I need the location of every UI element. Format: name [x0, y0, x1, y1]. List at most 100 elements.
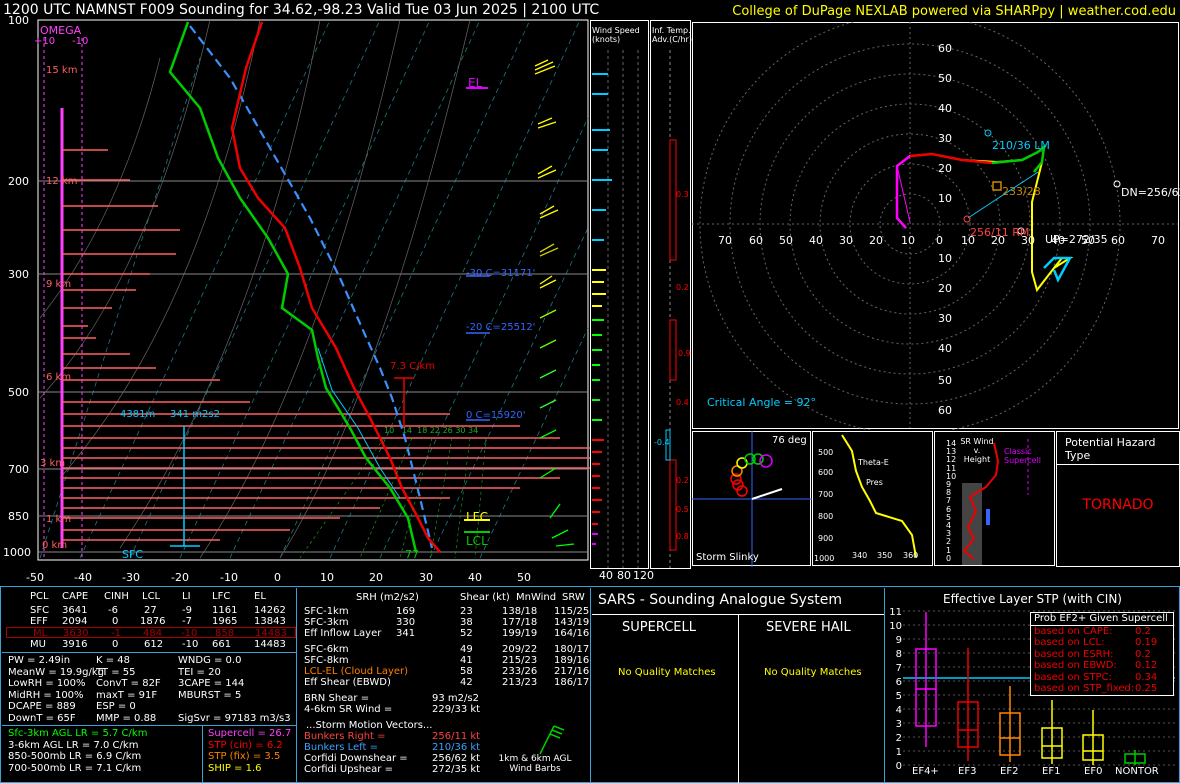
kin-row: SFC-3km 330 38 177/18 143/19 — [304, 617, 590, 628]
temp-adv-value: 0.5 — [676, 505, 689, 514]
iso-0-label: 0 C=15920' — [466, 410, 526, 421]
wind-speed-panel — [590, 20, 649, 569]
pressure-label-300: 300 — [8, 268, 29, 281]
kin-row: SFC-1km 169 23 138/18 115/25 — [304, 606, 590, 617]
barb-icon — [539, 725, 565, 755]
kin-header: MnWind — [516, 592, 557, 603]
sr-wind-y-axis: 14 13 12 11 10 9 8 7 6 5 4 3 2 1 0 — [946, 439, 957, 563]
height-label: 15 km — [46, 65, 78, 76]
stp-x-label: NONTOR — [1115, 766, 1159, 777]
temp-adv-title: Inf. Temp. Adv.(C/hr) — [652, 26, 692, 44]
col-header: EL — [254, 591, 266, 602]
height-label: 0 km — [42, 540, 68, 551]
theta-p-tick: 800 — [818, 512, 834, 521]
storm-slinky-panel — [692, 431, 812, 567]
hazard-title: Potential Hazard Type — [1057, 432, 1179, 465]
pressure-label-200: 200 — [8, 175, 29, 188]
temp-tick: 40 — [468, 571, 482, 584]
hodo-ring-30b: 30 — [938, 312, 952, 325]
mixing-ratio-labels: 10 14 18 22 26 30 34 — [384, 426, 479, 435]
pressure-label-500: 500 — [8, 386, 29, 399]
sr46-row: 4-6km SR Wind = 229/33 kt — [304, 704, 481, 715]
slinky-angle: 76 deg — [772, 435, 807, 446]
hodo-ring-20: 20 — [938, 162, 952, 175]
left-mover-label: 210/36 LM — [992, 139, 1050, 152]
thermo-panel: PCL CAPE CINH LCL LI LFC EL SFC 3641 -6 27-… — [2, 588, 297, 783]
prob-box: Prob EF2+ Given Supercell based on CAPE:… — [1030, 612, 1174, 696]
theta-p-tick: 700 — [818, 490, 834, 499]
wind-speed-tick: 40 — [599, 569, 613, 582]
theta-label: Theta-E — [858, 458, 889, 467]
sfc-temp-label: 77 — [405, 548, 419, 561]
temp-tick: -30 — [122, 571, 140, 584]
slinky-label: Storm Slinky — [696, 552, 759, 563]
prob-row: based on STPC: 0.34 — [1034, 671, 1158, 683]
iso-30-label: -30 C=31171' — [466, 268, 536, 279]
iso-20-label: -20 C=25512' — [466, 322, 536, 333]
temp-tick: -10 — [220, 571, 238, 584]
box-ef4 — [915, 612, 937, 747]
temp-tick: -40 — [74, 571, 92, 584]
wind-speed-title: Wind Speed (knots) — [592, 26, 640, 44]
downshear-label: DN=256/62 — [1121, 186, 1180, 199]
prob-row: based on STP_fixed: 0.25 — [1034, 683, 1158, 694]
temp-adv-value: 0.2 — [676, 283, 689, 292]
kin-header: SRH (m2/s2) — [356, 592, 419, 603]
kin-row: SFC-8km 41 215/23 189/16 — [304, 655, 590, 666]
temp-advection-panel — [650, 20, 691, 569]
motion-row: Bunkers Right = 256/11 kt — [304, 731, 481, 742]
stp-x-label: EF3 — [958, 766, 977, 777]
sars-title: SARS - Sounding Analogue System — [592, 588, 884, 615]
hodo-ring-10: 10 — [938, 192, 952, 205]
el-label: EL — [468, 76, 483, 90]
prob-row: based on LCL: 0.19 — [1034, 637, 1158, 648]
skewt-panel — [37, 19, 590, 561]
sars-sc-match: No Quality Matches — [618, 667, 716, 678]
hodo-ring-40: 40 — [938, 102, 952, 115]
theta-p-tick: 1000 — [814, 554, 835, 563]
height-label: 9 km — [46, 279, 72, 290]
height-label: 3 km — [40, 458, 66, 469]
pres-label: Pres — [866, 478, 883, 487]
wind-speed-tick: 80 — [617, 569, 631, 582]
omega-tick-pos: +10 — [34, 36, 56, 47]
col-header: LI — [182, 591, 191, 602]
kin-row: Eff Shear (EBWD) 42 213/23 186/17 — [304, 677, 590, 688]
stp-x-label: EF4+ — [912, 766, 939, 777]
kin-row: Eff Inflow Layer 341 52 199/19 164/16 — [304, 628, 590, 639]
lcl-label: LCL — [466, 534, 488, 548]
kin-row: SFC-6km 49 209/22 180/17 — [304, 644, 590, 655]
motion-row: Bunkers Left = 210/36 kt — [304, 742, 481, 753]
temp-adv-value: 0.9 — [678, 349, 691, 358]
temp-adv-value: 0.3 — [676, 190, 689, 199]
kin-header: SRW — [562, 592, 585, 603]
hodograph-panel — [692, 22, 1179, 430]
lapse-rate-block: Sfc-3km AGL LR = 5.7 C/km 3-6km AGL LR =… — [8, 728, 148, 774]
temp-tick: 20 — [369, 571, 383, 584]
height-label: 6 km — [46, 372, 72, 383]
height-label: 1 km — [46, 514, 72, 525]
prob-row: based on EBWD: 0.12 — [1034, 660, 1158, 671]
wind-speed-tick: 120 — [633, 569, 654, 582]
col-header: LCL — [142, 591, 161, 602]
stp-x-label: EF2 — [1000, 766, 1019, 777]
sars-hail-match: No Quality Matches — [764, 667, 862, 678]
theta-x-tick: 360 — [903, 551, 919, 560]
right-mover-label: 256/11 RM — [970, 226, 1030, 239]
temp-tick: 30 — [419, 571, 433, 584]
pressure-label-850: 850 — [8, 510, 29, 523]
stp-x-label: EF1 — [1042, 766, 1061, 777]
eil-srh: 341 m2s2 — [170, 409, 220, 420]
omega-tick-neg: -10 — [72, 36, 89, 47]
theta-p-tick: 900 — [818, 534, 834, 543]
indices-block: PW = 2.49in K = 48 WNDG = 0.0 MeanW = 19.9… — [8, 655, 291, 724]
hodo-ring-60b: 60 — [938, 404, 952, 417]
barbs-label: 1km & 6km AGL Wind Barbs — [498, 754, 572, 774]
motion-row: Corfidi Downshear = 256/62 kt — [304, 753, 481, 764]
motion-row: Corfidi Upshear = 272/35 kt — [304, 764, 481, 775]
col-header: CAPE — [62, 591, 89, 602]
temp-adv-value: 0.4 — [676, 398, 689, 407]
prob-title: Prob EF2+ Given Supercell — [1031, 613, 1173, 626]
kinematics-panel: SRH (m2/s2) Shear (kt) MnWind SRW SFC-1k… — [298, 588, 591, 783]
stp-x-label: EF0 — [1084, 766, 1103, 777]
